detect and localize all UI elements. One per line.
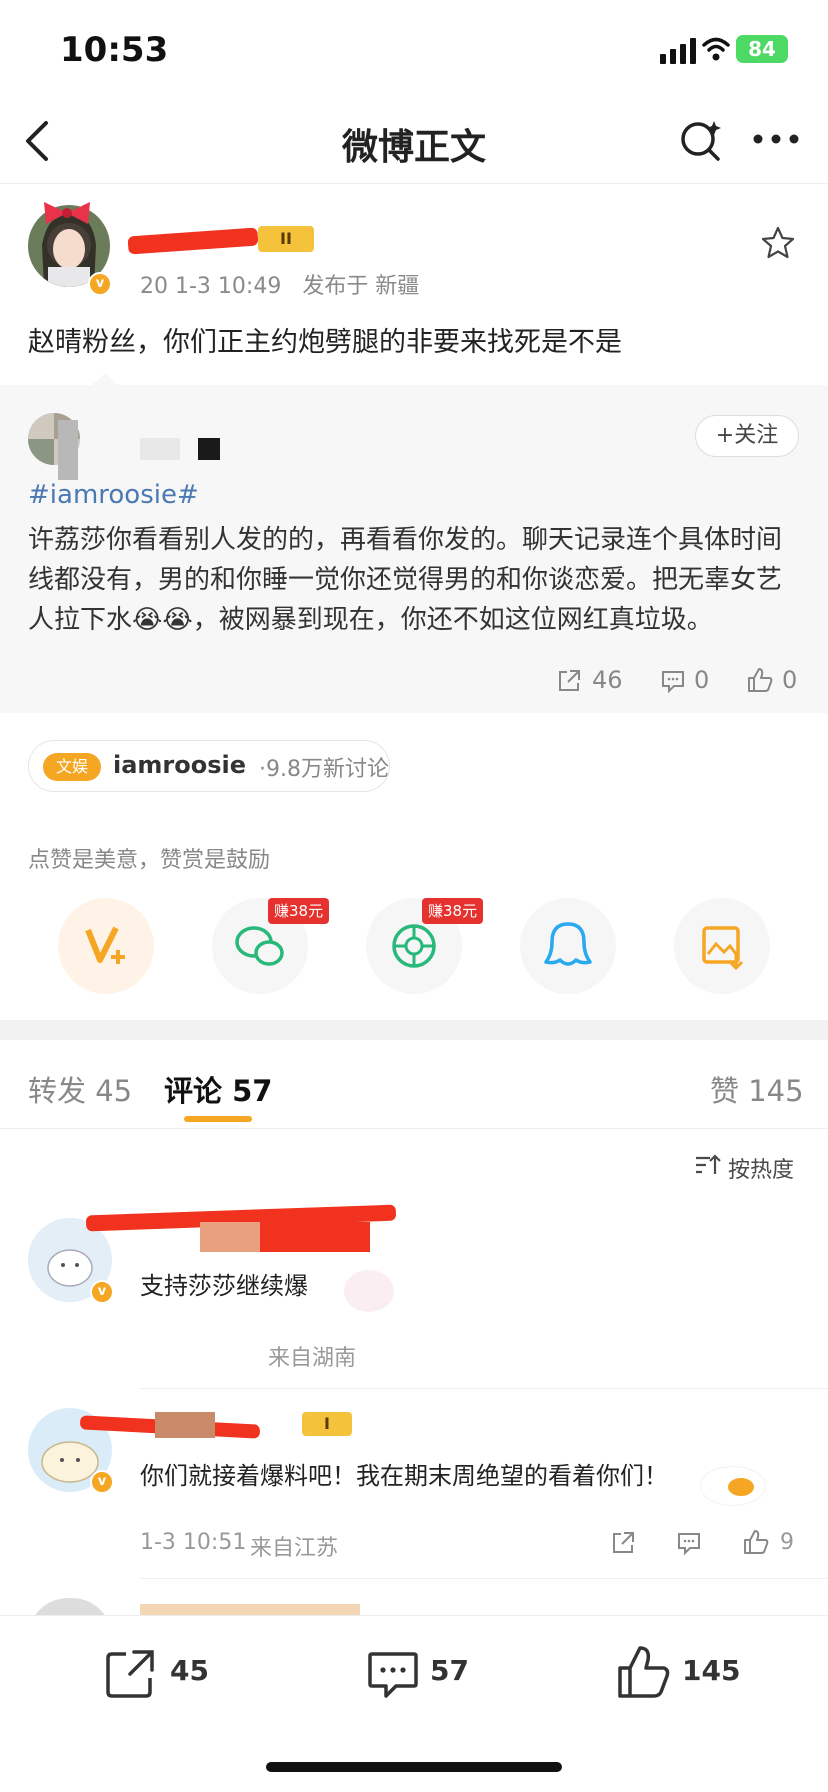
share-icon[interactable] xyxy=(556,668,582,694)
post-date: 20 1-3 10:49 xyxy=(140,274,282,299)
comment-location: 来自江苏 xyxy=(250,1536,339,1561)
like-icon[interactable] xyxy=(616,1644,672,1700)
save-image-icon xyxy=(702,926,744,971)
earn-badge: 赚38元 xyxy=(268,898,330,924)
mosaic-block xyxy=(200,1222,260,1252)
mosaic-block xyxy=(140,438,180,460)
redacted-username xyxy=(127,227,259,255)
mosaic-block xyxy=(198,438,220,460)
bottom-repost-count[interactable]: 45 xyxy=(170,1654,209,1687)
comment-divider xyxy=(140,1388,828,1389)
topic-pill[interactable]: 文娱 iamroosie ·9.8万新讨论 xyxy=(28,740,390,792)
like-icon[interactable] xyxy=(746,666,774,694)
favorite-star-icon[interactable] xyxy=(760,225,796,261)
verified-badge-icon: v xyxy=(90,1280,114,1304)
v-plus-icon xyxy=(85,926,125,964)
mosaic-block xyxy=(58,420,78,480)
repost-line: 许荔莎你看看别人发的的，再看看你发的。聊天记录连个具体时间 xyxy=(28,525,783,555)
home-indicator[interactable] xyxy=(266,1762,562,1772)
user-level-badge: II xyxy=(258,226,314,252)
repost-pointer xyxy=(90,373,120,387)
comment-divider xyxy=(140,1578,828,1579)
signal-icon xyxy=(660,38,696,64)
repost-comment-count: 0 xyxy=(694,666,710,694)
bow-decoration-icon xyxy=(44,202,90,224)
tab-comment-count: 57 xyxy=(232,1074,273,1108)
v-plus-button[interactable] xyxy=(58,898,154,994)
more-icon[interactable] xyxy=(752,132,800,146)
search-icon[interactable] xyxy=(678,117,724,163)
follow-button[interactable]: +关注 xyxy=(695,415,799,457)
sort-by-heat[interactable]: 按热度 xyxy=(728,1152,794,1184)
tab-like[interactable]: 赞 145 xyxy=(710,1068,804,1110)
repost-text: 许荔莎你看看别人发的的，再看看你发的。聊天记录连个具体时间 线都没有，男的和你睡… xyxy=(28,520,803,640)
post-text: 赵晴粉丝，你们正主约炮劈腿的非要来找死是不是 xyxy=(28,327,622,358)
post-location: 发布于 新疆 xyxy=(302,274,420,299)
repost-line: 人拉下水😭😭，被网暴到现在，你还不如这位网红真垃圾。 xyxy=(28,605,713,635)
status-time: 10:53 xyxy=(60,30,169,70)
wifi-icon xyxy=(702,37,730,61)
sticker-decoration xyxy=(344,1270,394,1312)
verified-badge-icon: v xyxy=(88,272,112,296)
topic-count: ·9.8万新讨论 xyxy=(259,757,389,782)
comment-text: 支持莎莎继续爆 xyxy=(140,1272,308,1300)
comment-like-count: 9 xyxy=(780,1530,794,1555)
topic-name: iamroosie xyxy=(113,751,247,779)
save-image-button[interactable] xyxy=(674,898,770,994)
repost-icon[interactable] xyxy=(104,1646,158,1700)
qq-share-button[interactable] xyxy=(520,898,616,994)
tab-divider xyxy=(0,1128,828,1129)
tab-repost[interactable]: 转发 45 xyxy=(28,1068,132,1110)
tab-comment[interactable]: 评论 57 xyxy=(164,1068,272,1110)
repost-like-count: 0 xyxy=(782,666,798,694)
bottom-like-count[interactable]: 145 xyxy=(682,1654,740,1687)
qq-icon xyxy=(544,922,592,966)
earn-badge: 赚38元 xyxy=(422,898,484,924)
comment-text: 你们就接着爆料吧！我在期末周绝望的看着你们！ xyxy=(140,1462,668,1490)
tab-comment-label: 评论 xyxy=(164,1074,223,1108)
comment-meta: 来自湖南 xyxy=(268,1346,357,1371)
repost-share-count: 46 xyxy=(592,666,623,694)
like-icon[interactable] xyxy=(742,1528,770,1556)
topic-tag: 文娱 xyxy=(43,753,101,781)
post-meta: 20 1-3 10:49 发布于 新疆 xyxy=(140,268,419,300)
hashtag-link[interactable]: #iamroosie# xyxy=(28,480,199,510)
comment-time: 1-3 10:51 xyxy=(140,1530,247,1555)
comment-icon[interactable] xyxy=(660,668,686,694)
section-gap xyxy=(0,1020,828,1040)
battery-indicator: 84 xyxy=(736,35,788,63)
comment-icon[interactable] xyxy=(676,1530,702,1556)
comment-icon[interactable] xyxy=(366,1646,420,1700)
user-level-badge: I xyxy=(302,1412,352,1436)
repost-line: 线都没有，男的和你睡一觉你还觉得男的和你谈恋爱。把无辜女艺 xyxy=(28,565,783,595)
mosaic-block xyxy=(260,1222,370,1252)
mosaic-block xyxy=(155,1412,215,1438)
active-tab-indicator xyxy=(184,1116,252,1122)
nav-divider xyxy=(0,183,828,184)
sort-icon[interactable] xyxy=(694,1152,722,1178)
reward-tip: 点赞是美意，赞赏是鼓励 xyxy=(28,848,271,873)
verified-badge-icon: v xyxy=(90,1470,114,1494)
egg-sticker xyxy=(728,1478,754,1496)
share-icon[interactable] xyxy=(610,1530,636,1556)
bottom-comment-count[interactable]: 57 xyxy=(430,1654,469,1687)
